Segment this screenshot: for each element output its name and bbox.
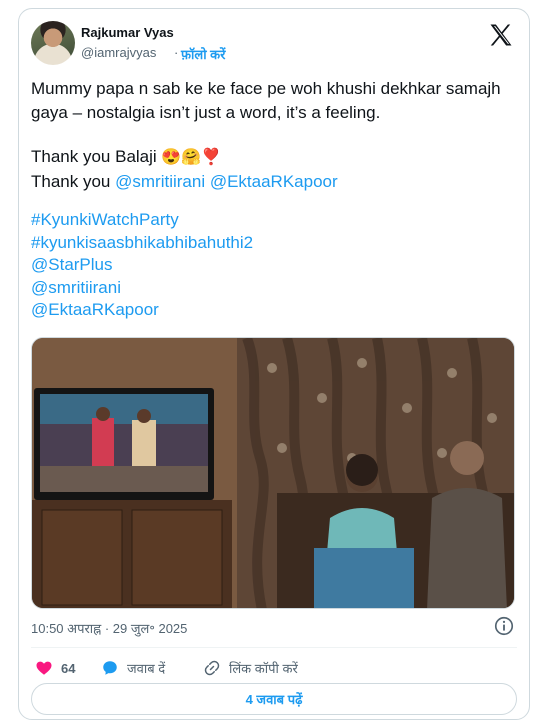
hashtag-list: #KyunkiWatchParty #kyunkisaasbhikabhibah… [31,209,253,322]
like-count: 64 [61,660,76,676]
tweet-card: Rajkumar Vyas @iamrajvyas · फ़ॉलो करें M… [18,8,530,720]
tweet-timestamp[interactable]: 10:50 अपराह्न · 29 जुल॰ 2025 [31,619,187,637]
copy-link-button[interactable]: लिंक कॉपी करें [203,655,298,681]
read-replies-button[interactable]: 4 जवाब पढ़ें [31,683,517,715]
mention-ektaarkapoor[interactable]: @EktaaRKapoor [210,172,338,191]
tweet-thanks-line: Thank you Balaji 😍🤗❣️ [31,145,517,170]
mention-ektaarkapoor-2[interactable]: @EktaaRKapoor [31,299,253,322]
like-button[interactable]: 64 [35,655,75,681]
mention-starplus[interactable]: @StarPlus [31,254,253,277]
emoji-group: 😍🤗❣️ [161,149,222,166]
tweet-header: Rajkumar Vyas @iamrajvyas · फ़ॉलो करें [31,19,517,71]
author-name[interactable]: Rajkumar Vyas [81,25,174,40]
reply-label: जवाब दें [127,661,166,676]
mention-smritiirani-2[interactable]: @smritiirani [31,277,253,300]
photo-illustration [32,338,514,608]
copy-link-label: लिंक कॉपी करें [229,661,298,676]
divider [31,647,517,648]
link-icon [204,660,220,676]
hashtag-kyunkiwatchparty[interactable]: #KyunkiWatchParty [31,209,253,232]
hashtag-kyunkisaas[interactable]: #kyunkisaasbhikabhibahuthi2 [31,232,253,255]
thanks-text: Thank you Balaji [31,147,162,166]
thanks-text-2: Thank you [31,172,116,191]
action-bar: 64 जवाब दें लिंक कॉपी करें [31,655,517,681]
x-logo-icon[interactable] [487,21,515,49]
tweet-thanks-line-2: Thank you @smritiirani @EktaaRKapoor [31,170,517,194]
reply-button[interactable]: जवाब दें [101,655,165,681]
mention-smritiirani[interactable]: @smritiirani [115,172,205,191]
separator-dot: · [174,45,179,60]
info-icon[interactable] [493,615,515,637]
reply-bubble-icon [103,661,117,675]
follow-button[interactable]: फ़ॉलो करें [181,45,225,63]
tweet-photo[interactable] [31,337,515,609]
heart-icon [36,661,52,675]
avatar[interactable] [31,21,75,65]
tweet-line-1: Mummy papa n sab ke ke face pe woh khush… [31,79,506,122]
author-handle[interactable]: @iamrajvyas [81,45,156,60]
tweet-text: Mummy papa n sab ke ke face pe woh khush… [31,77,517,194]
